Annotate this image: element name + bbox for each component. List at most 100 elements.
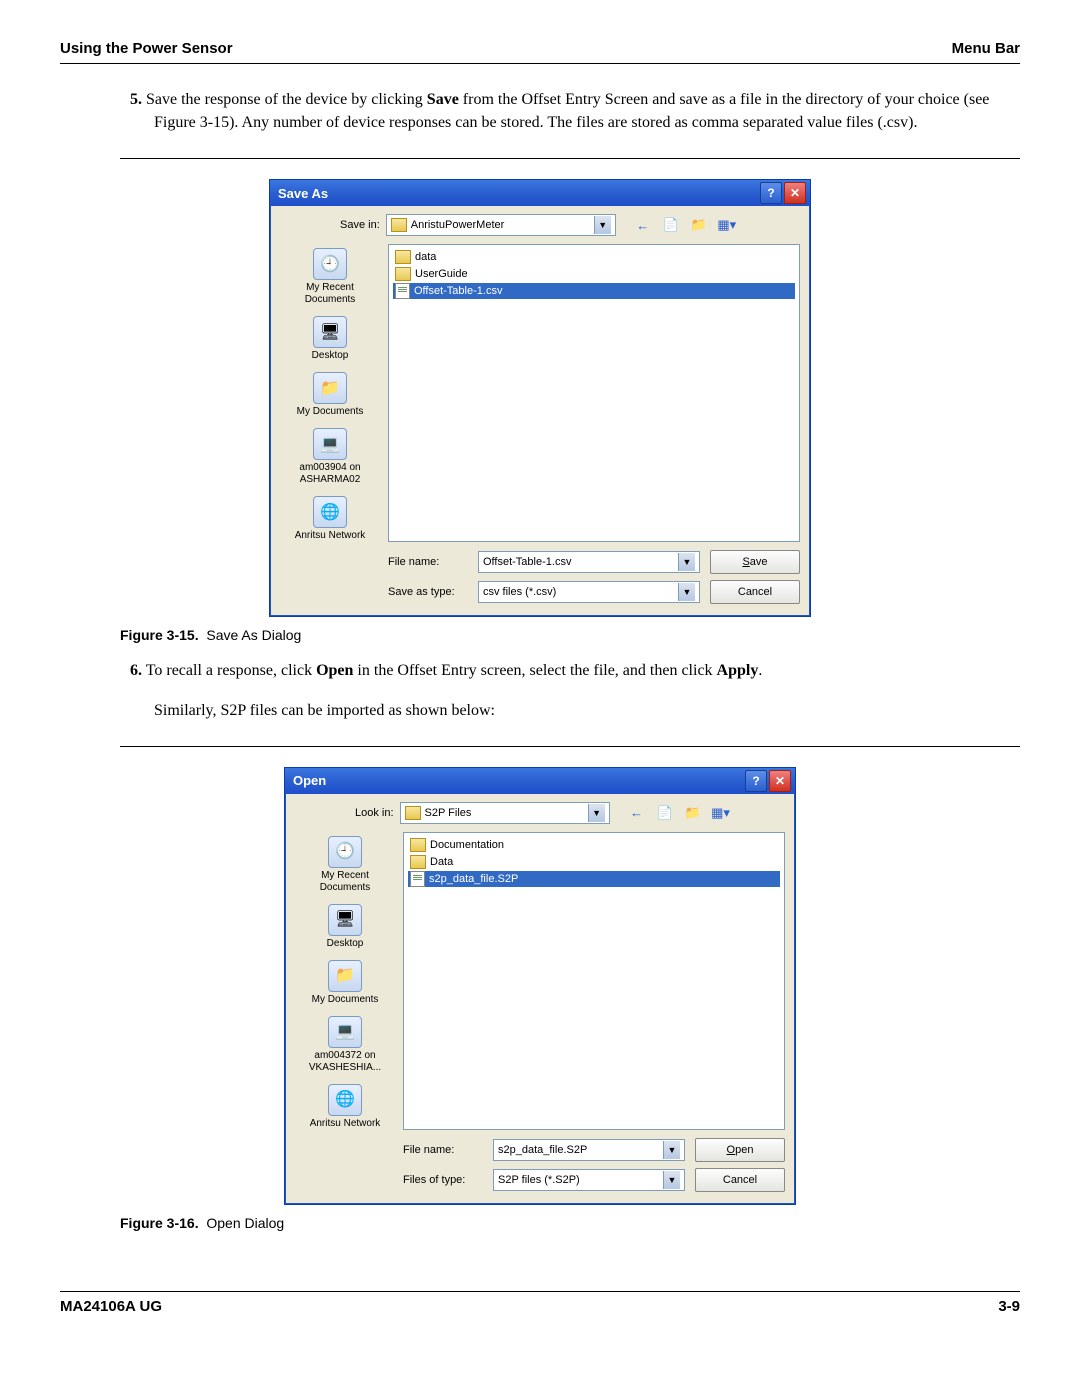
instruction-5-num: 5. xyxy=(130,91,142,108)
divider xyxy=(120,746,1020,747)
places-item[interactable]: 🕘My Recent Documents xyxy=(295,836,395,894)
folder-icon xyxy=(391,218,407,232)
help-icon[interactable]: ? xyxy=(760,182,782,204)
instruction-6: 6. To recall a response, click Open in t… xyxy=(130,659,1020,682)
place-label: am004372 on VKASHESHIA... xyxy=(295,1050,395,1074)
file-list[interactable]: data UserGuide Offset-Table-1.csv xyxy=(388,244,800,542)
up-one-level-icon[interactable]: 📄 xyxy=(660,215,682,235)
views-icon[interactable]: ▦▾ xyxy=(716,215,738,235)
folder-icon xyxy=(395,267,411,281)
save-type-label: Save as type: xyxy=(388,586,468,598)
folder-item[interactable]: Data xyxy=(408,854,780,870)
file-type-dropdown[interactable]: S2P files (*.S2P) ▼ xyxy=(493,1169,685,1191)
folder-icon xyxy=(395,250,411,264)
places-item[interactable]: 💻am004372 on VKASHESHIA... xyxy=(295,1016,395,1074)
titlebar[interactable]: Open ? ✕ xyxy=(285,768,795,794)
file-item-label: Data xyxy=(430,856,453,868)
place-icon: 💻 xyxy=(328,1016,362,1048)
help-icon[interactable]: ? xyxy=(745,770,767,792)
back-icon[interactable]: ← xyxy=(626,803,648,823)
save-button[interactable]: Save xyxy=(710,550,800,574)
place-label: Anritsu Network xyxy=(295,530,366,542)
place-icon: 🌐 xyxy=(328,1084,362,1116)
file-icon xyxy=(410,871,425,887)
places-bar: 🕘My Recent Documents 🖥Desktop 📁 My Document… xyxy=(280,244,380,542)
instruction-5: 5. Save the response of the device by cl… xyxy=(130,88,1020,134)
figure-15-caption: Figure 3-15. Save As Dialog xyxy=(120,627,1020,643)
file-name-input[interactable]: Offset-Table-1.csv ▼ xyxy=(478,551,700,573)
footer-left: MA24106A UG xyxy=(60,1298,162,1315)
file-item-label: Documentation xyxy=(430,839,504,851)
place-icon: 🌐 xyxy=(313,496,347,528)
folder-item[interactable]: Documentation xyxy=(408,837,780,853)
back-icon[interactable]: ← xyxy=(632,215,654,235)
places-item[interactable]: 🕘My Recent Documents xyxy=(280,248,380,306)
cancel-button[interactable]: Cancel xyxy=(710,580,800,604)
folder-icon xyxy=(405,806,421,820)
chevron-down-icon[interactable]: ▼ xyxy=(678,553,695,571)
places-bar: 🕘My Recent Documents 🖥 Desktop 📁My Document… xyxy=(295,832,395,1130)
places-item[interactable]: 📁My Documents xyxy=(295,960,395,1006)
file-item[interactable]: s2p_data_file.S2P xyxy=(408,871,780,887)
figure-16-caption: Figure 3-16. Open Dialog xyxy=(120,1215,1020,1231)
close-icon[interactable]: ✕ xyxy=(769,770,791,792)
chevron-down-icon[interactable]: ▼ xyxy=(678,583,695,601)
place-icon: 🕘 xyxy=(328,836,362,868)
new-folder-icon[interactable]: 📁 xyxy=(682,803,704,823)
open-button[interactable]: Open xyxy=(695,1138,785,1162)
file-item[interactable]: Offset-Table-1.csv xyxy=(393,283,795,299)
chevron-down-icon[interactable]: ▼ xyxy=(663,1141,680,1159)
look-in-dropdown[interactable]: S2P Files ▼ xyxy=(400,802,610,824)
chevron-down-icon[interactable]: ▼ xyxy=(588,804,605,822)
page-header: Using the Power Sensor Menu Bar xyxy=(60,40,1020,64)
file-item-label: data xyxy=(415,251,436,263)
file-name-label: File name: xyxy=(388,556,468,568)
page-footer: MA24106A UG 3-9 xyxy=(60,1291,1020,1315)
header-right: Menu Bar xyxy=(952,40,1020,57)
places-item[interactable]: 📁 My Documents xyxy=(280,372,380,418)
place-icon: 📁 xyxy=(313,372,347,404)
place-label: My Documents xyxy=(297,406,364,418)
folder-icon xyxy=(410,838,426,852)
open-dialog: Open ? ✕ Look in: S2P Files ▼ ← 📄 xyxy=(284,767,796,1205)
header-left: Using the Power Sensor xyxy=(60,40,233,57)
place-label: My Recent Documents xyxy=(295,870,395,894)
save-in-value: AnristuPowerMeter xyxy=(411,219,505,231)
views-icon[interactable]: ▦▾ xyxy=(710,803,732,823)
chevron-down-icon[interactable]: ▼ xyxy=(663,1171,680,1189)
cancel-button[interactable]: Cancel xyxy=(695,1168,785,1192)
place-icon: 🖥 xyxy=(328,904,362,936)
file-icon xyxy=(395,283,410,299)
place-icon: 💻 xyxy=(313,428,347,460)
close-icon[interactable]: ✕ xyxy=(784,182,806,204)
up-one-level-icon[interactable]: 📄 xyxy=(654,803,676,823)
dialog-title: Save As xyxy=(278,186,328,201)
places-item[interactable]: 🖥Desktop xyxy=(280,316,380,362)
file-name-input[interactable]: s2p_data_file.S2P ▼ xyxy=(493,1139,685,1161)
place-label: My Documents xyxy=(312,994,379,1006)
place-label: Anritsu Network xyxy=(310,1118,381,1130)
file-list[interactable]: Documentation Data s2p_data_file.S2P xyxy=(403,832,785,1130)
place-label: My Recent Documents xyxy=(280,282,380,306)
titlebar[interactable]: Save As ? ✕ xyxy=(270,180,810,206)
place-label: Desktop xyxy=(327,938,364,950)
file-item-label: s2p_data_file.S2P xyxy=(429,873,518,885)
folder-item[interactable]: UserGuide xyxy=(393,266,795,282)
save-as-dialog: Save As ? ✕ Save in: AnristuPowerMeter ▼… xyxy=(269,179,811,617)
save-in-label: Save in: xyxy=(340,219,380,231)
dialog-title: Open xyxy=(293,773,326,788)
new-folder-icon[interactable]: 📁 xyxy=(688,215,710,235)
save-type-dropdown[interactable]: csv files (*.csv) ▼ xyxy=(478,581,700,603)
divider xyxy=(120,158,1020,159)
look-in-value: S2P Files xyxy=(425,807,472,819)
file-item-label: UserGuide xyxy=(415,268,468,280)
places-item[interactable]: 🌐 Anritsu Network xyxy=(280,496,380,542)
folder-item[interactable]: data xyxy=(393,249,795,265)
places-item[interactable]: 🌐 Anritsu Network xyxy=(295,1084,395,1130)
file-name-label: File name: xyxy=(403,1144,483,1156)
save-in-dropdown[interactable]: AnristuPowerMeter ▼ xyxy=(386,214,616,236)
chevron-down-icon[interactable]: ▼ xyxy=(594,216,611,234)
instruction-6b: Similarly, S2P files can be imported as … xyxy=(130,699,1020,722)
places-item[interactable]: 🖥 Desktop xyxy=(295,904,395,950)
places-item[interactable]: 💻am003904 on ASHARMA02 xyxy=(280,428,380,486)
